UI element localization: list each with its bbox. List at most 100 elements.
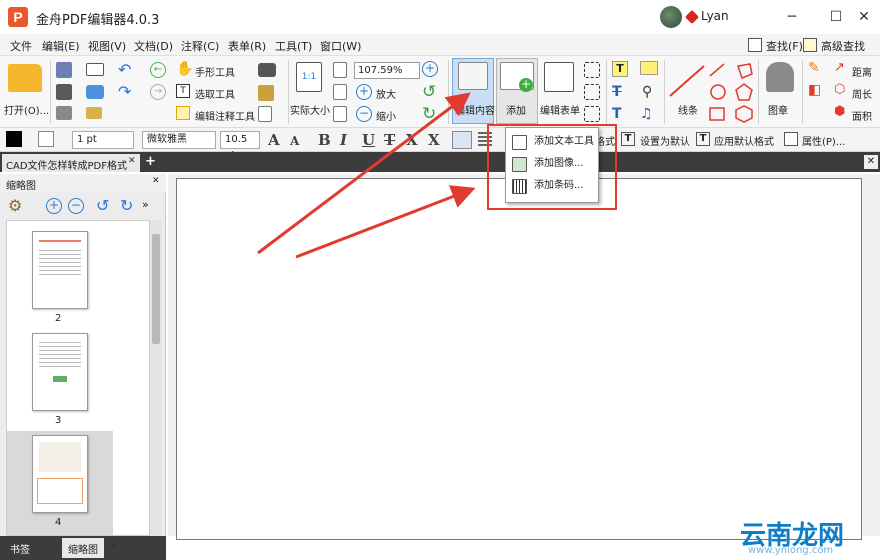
align-left-button[interactable] xyxy=(452,131,472,149)
edit-form-icon[interactable] xyxy=(544,62,574,92)
textbox-3-icon[interactable] xyxy=(584,106,600,122)
fill-swatch[interactable] xyxy=(38,131,54,147)
page-icon[interactable] xyxy=(258,106,272,122)
save-icon[interactable] xyxy=(56,62,72,78)
menu-comment[interactable]: 注释(C) xyxy=(181,38,219,54)
minimize-button[interactable]: ─ xyxy=(781,6,803,28)
avatar[interactable] xyxy=(660,6,682,28)
open-button[interactable]: 打开(O)... xyxy=(4,102,49,117)
bold-button[interactable]: B xyxy=(318,131,331,149)
line-icon[interactable] xyxy=(668,62,708,98)
fit-visible-icon[interactable] xyxy=(333,106,347,122)
print-icon[interactable] xyxy=(56,84,72,100)
strikeout-icon[interactable]: T xyxy=(612,84,622,100)
thumbnail-page-3[interactable] xyxy=(32,333,88,411)
menu-form[interactable]: 表单(R) xyxy=(228,38,266,54)
strikethrough-button[interactable]: T xyxy=(384,131,395,149)
properties-button[interactable]: 属性(P)... xyxy=(802,133,845,148)
menu-window[interactable]: 窗口(W) xyxy=(320,38,361,54)
gear-icon[interactable]: ⚙ xyxy=(8,196,22,215)
zoom-in-small-icon[interactable]: + xyxy=(356,84,372,100)
close-button[interactable]: ✕ xyxy=(853,6,875,28)
perimeter-icon[interactable]: ⬡ xyxy=(834,82,845,97)
typewriter-icon[interactable]: T xyxy=(612,61,628,77)
note-icon[interactable] xyxy=(640,61,658,75)
add-tab-button[interactable]: + xyxy=(145,154,156,169)
thumb-zoom-out-icon[interactable]: − xyxy=(68,198,84,214)
distance-icon[interactable]: ↗ xyxy=(834,60,845,75)
menu-view[interactable]: 视图(V) xyxy=(88,38,126,54)
thumb-zoom-in-icon[interactable]: + xyxy=(46,198,62,214)
more-icon[interactable]: » xyxy=(142,198,149,211)
thumbnails-tab[interactable]: 缩略图 xyxy=(62,538,104,558)
fit-width-icon[interactable] xyxy=(333,84,347,100)
thumbnail-scrollbar[interactable] xyxy=(150,220,162,536)
shapes-icon[interactable] xyxy=(706,60,758,124)
user-name[interactable]: Lyan xyxy=(701,9,729,23)
decrease-font-icon[interactable]: A xyxy=(290,134,299,148)
sound-icon[interactable]: ♫ xyxy=(640,106,653,122)
redo-icon[interactable]: ↷ xyxy=(118,82,131,101)
stamp-small-icon[interactable] xyxy=(86,107,102,119)
select-text-icon[interactable]: T xyxy=(176,84,190,98)
thumbnails-tab-close-icon[interactable]: ✕ xyxy=(110,542,118,552)
line-width-select[interactable]: 1 pt xyxy=(72,131,134,149)
document-view[interactable] xyxy=(168,174,880,540)
rotate-right-icon[interactable]: ↻ xyxy=(422,104,436,124)
distance-button[interactable]: 距离 xyxy=(852,64,872,79)
superscript-button[interactable]: X xyxy=(428,131,440,149)
menu-edit[interactable]: 编辑(E) xyxy=(42,38,80,54)
zoom-input[interactable]: 107.59% xyxy=(354,62,420,79)
actual-size-icon[interactable]: 1:1 xyxy=(296,62,322,92)
rotate-cw-icon[interactable]: ↻ xyxy=(120,196,133,215)
subscript-button[interactable]: X xyxy=(406,131,418,149)
font-size-select[interactable]: 10.5 pt xyxy=(220,131,260,161)
menu-file[interactable]: 文件 xyxy=(10,38,32,54)
forward-icon[interactable]: → xyxy=(150,84,166,100)
menu-document[interactable]: 文档(D) xyxy=(134,38,173,54)
mail-icon[interactable] xyxy=(86,63,104,76)
edit-annotation-tool-button[interactable]: 编辑注释工具 xyxy=(195,108,255,123)
clipboard-icon[interactable] xyxy=(258,85,274,101)
close-document-icon[interactable]: ✕ xyxy=(864,155,878,169)
hand-tool-button[interactable]: 手形工具 xyxy=(195,64,235,79)
area-button[interactable]: 面积 xyxy=(852,108,872,123)
underline-button[interactable]: U xyxy=(362,131,375,149)
actual-size-button[interactable]: 实际大小 xyxy=(290,102,330,117)
eraser-icon[interactable]: ◧ xyxy=(808,82,821,98)
stamp-button[interactable]: 图章 xyxy=(768,102,788,117)
zoom-in-icon[interactable]: + xyxy=(422,61,438,77)
set-default-button[interactable]: 设置为默认 xyxy=(640,133,690,148)
select-tool-button[interactable]: 选取工具 xyxy=(195,86,235,101)
hand-icon[interactable]: ✋ xyxy=(176,61,193,77)
color-swatch[interactable] xyxy=(6,131,22,147)
document-page[interactable] xyxy=(176,178,862,540)
textbox-icon[interactable] xyxy=(584,62,600,78)
italic-button[interactable]: I xyxy=(340,131,347,149)
increase-font-icon[interactable]: A xyxy=(268,131,280,149)
thumbnail-page-2[interactable] xyxy=(32,231,88,309)
zoom-in-button[interactable]: 放大 xyxy=(376,86,396,101)
text-icon[interactable]: T xyxy=(612,106,622,122)
undo-icon[interactable]: ↶ xyxy=(118,60,131,79)
cloud-icon[interactable] xyxy=(86,85,104,99)
thumbnail-page-4[interactable] xyxy=(32,435,88,513)
line-button[interactable]: 线条 xyxy=(678,102,698,117)
perimeter-button[interactable]: 周长 xyxy=(852,86,872,101)
zoom-out-icon[interactable]: − xyxy=(356,106,372,122)
document-tab[interactable]: CAD文件怎样转成PDF格式 xyxy=(2,154,140,172)
attach-icon[interactable]: ⚲ xyxy=(642,84,652,100)
edit-form-button[interactable]: 编辑表单 xyxy=(540,102,580,117)
panel-close-icon[interactable]: ✕ xyxy=(152,176,160,186)
menu-tools[interactable]: 工具(T) xyxy=(275,38,312,54)
fit-page-icon[interactable] xyxy=(333,62,347,78)
font-name-select[interactable]: 微软雅黑 xyxy=(142,131,216,149)
pencil-icon[interactable]: ✎ xyxy=(808,60,820,76)
zoom-out-button[interactable]: 缩小 xyxy=(376,108,396,123)
rotate-ccw-icon[interactable]: ↺ xyxy=(96,196,109,215)
camera-icon[interactable] xyxy=(258,63,276,77)
rotate-left-icon[interactable]: ↺ xyxy=(422,82,436,102)
apply-default-button[interactable]: 应用默认格式 xyxy=(714,133,774,148)
find-button[interactable]: 查找(F) xyxy=(766,38,803,54)
area-icon[interactable]: ⬢ xyxy=(834,104,845,119)
